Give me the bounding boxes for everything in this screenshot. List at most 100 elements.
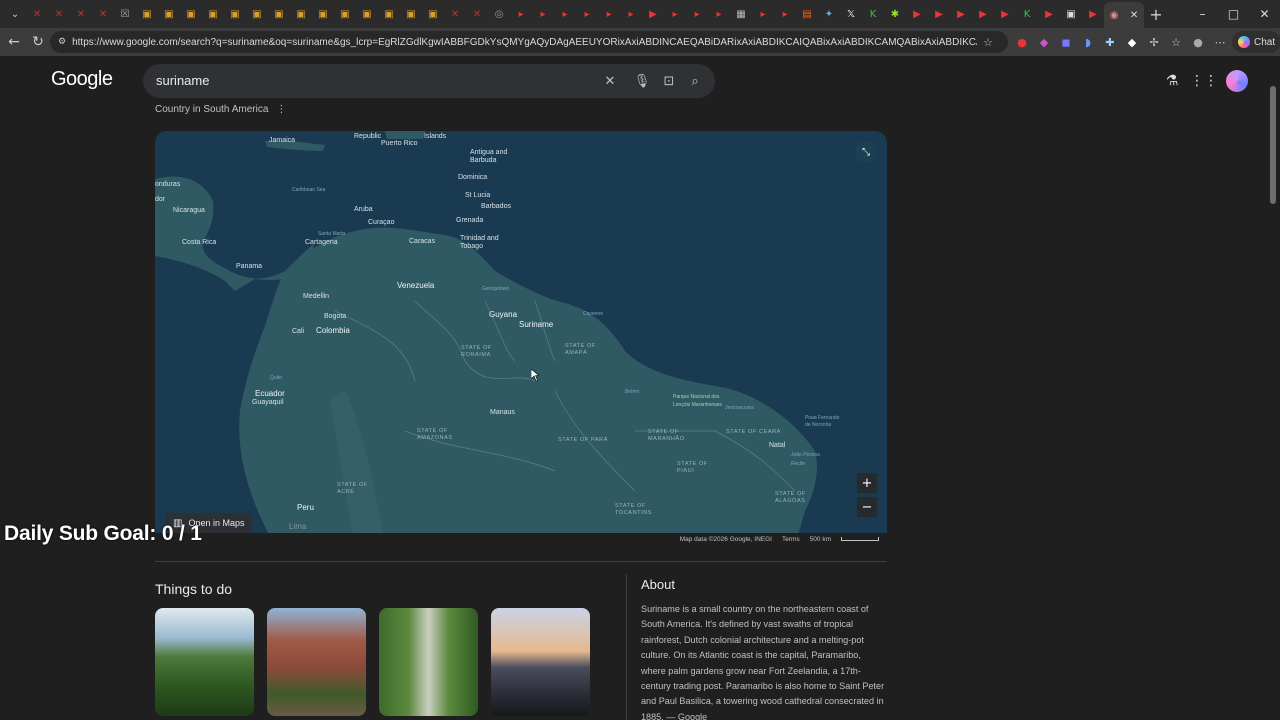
apps-grid-icon[interactable]: ⋮⋮	[1190, 71, 1218, 91]
tab-x-icon[interactable]: ✕	[92, 0, 114, 28]
reload-icon[interactable]: ↻	[26, 30, 50, 54]
chat-button[interactable]: Chat	[1232, 31, 1280, 53]
maximize-icon[interactable]: □	[1218, 0, 1249, 28]
lens-search-icon[interactable]: ⊡	[660, 72, 678, 90]
tab-k-icon[interactable]: K	[862, 0, 884, 28]
tab-youtube-icon[interactable]: ▸	[774, 0, 796, 28]
map-terms-link[interactable]: Terms	[782, 536, 800, 543]
clear-icon[interactable]: ✕	[601, 72, 619, 90]
more-options-icon[interactable]: ⋮	[276, 104, 286, 115]
tab-app-icon[interactable]: ✱	[884, 0, 906, 28]
tab-youtube-icon[interactable]: ▶	[1038, 0, 1060, 28]
tab-list-icon[interactable]: ⌄	[4, 0, 26, 28]
tab-doc-icon[interactable]: ▣	[334, 0, 356, 28]
tab-youtube-icon[interactable]: ▸	[708, 0, 730, 28]
scrollbar-thumb[interactable]	[1270, 86, 1276, 204]
url-text[interactable]: https://www.google.com/search?q=suriname…	[72, 37, 977, 48]
tab-doc-icon[interactable]: ▣	[202, 0, 224, 28]
tab-rss-icon[interactable]: ▤	[796, 0, 818, 28]
tab-youtube-icon[interactable]: ▶	[642, 0, 664, 28]
tab-youtube-icon[interactable]: ▸	[686, 0, 708, 28]
tab-close-icon[interactable]: ✕	[1130, 10, 1138, 21]
map-label: Cali	[292, 328, 305, 335]
tab-youtube-icon[interactable]: ▶	[906, 0, 928, 28]
minimize-icon[interactable]: –	[1187, 0, 1218, 28]
extension-icon[interactable]: ●	[1012, 31, 1032, 53]
tab-youtube-icon[interactable]: ▸	[598, 0, 620, 28]
tab-doc-icon[interactable]: ▣	[136, 0, 158, 28]
tab-doc-icon[interactable]: ▣	[422, 0, 444, 28]
map-label: Praia Fernando de Noronha	[805, 415, 840, 428]
extension-icon[interactable]: ✚	[1100, 31, 1120, 53]
search-input[interactable]: suriname	[156, 73, 209, 88]
favorites-icon[interactable]: ☆	[1166, 31, 1186, 53]
extension-icon[interactable]: ◆	[1122, 31, 1142, 53]
search-box[interactable]: suriname ✕ 🎙 ⊡ ⌕	[143, 64, 715, 98]
tab-image-icon[interactable]: ▦	[730, 0, 752, 28]
extensions-puzzle-icon[interactable]: ✢	[1144, 31, 1164, 53]
back-icon[interactable]: ←	[2, 30, 26, 54]
tab-globe-icon[interactable]: ◎	[488, 0, 510, 28]
tab-youtube-icon[interactable]: ▸	[620, 0, 642, 28]
tab-youtube-icon[interactable]: ▸	[532, 0, 554, 28]
address-bar[interactable]: ⚙ https://www.google.com/search?q=surina…	[50, 31, 1008, 53]
tab-x-icon[interactable]: ✕	[26, 0, 48, 28]
things-to-do-title[interactable]: Things to do	[155, 581, 232, 597]
tab-youtube-icon[interactable]: ▶	[994, 0, 1016, 28]
tab-doc-icon[interactable]: ▣	[378, 0, 400, 28]
voice-search-icon[interactable]: 🎙	[633, 72, 651, 90]
tab-doc-icon[interactable]: ▣	[312, 0, 334, 28]
search-icon[interactable]: ⌕	[686, 72, 704, 90]
tab-x-icon[interactable]: ✕	[48, 0, 70, 28]
thing-to-do-image[interactable]	[379, 608, 478, 716]
tab-youtube-icon[interactable]: ▶	[950, 0, 972, 28]
close-window-icon[interactable]: ✕	[1249, 0, 1280, 28]
tab-youtube-icon[interactable]: ▸	[510, 0, 532, 28]
labs-flask-icon[interactable]: ⚗	[1162, 71, 1182, 91]
google-logo[interactable]: Google	[51, 68, 113, 91]
site-info-icon[interactable]: ⚙	[58, 37, 66, 47]
tab-doc-icon[interactable]: ▣	[400, 0, 422, 28]
tab-x-icon[interactable]: ☒	[114, 0, 136, 28]
things-to-do-list	[155, 608, 590, 716]
zoom-in-button[interactable]: +	[857, 473, 877, 493]
extension-icon[interactable]: ◆	[1034, 31, 1054, 53]
thing-to-do-image[interactable]	[491, 608, 590, 716]
zoom-out-button[interactable]: −	[857, 497, 877, 517]
tab-youtube-icon[interactable]: ▶	[972, 0, 994, 28]
tab-doc-icon[interactable]: ▣	[356, 0, 378, 28]
tab-x-logo-icon[interactable]: 𝕏	[840, 0, 862, 28]
thing-to-do-image[interactable]	[267, 608, 366, 716]
map-collapse-icon[interactable]: ⤡	[855, 141, 877, 163]
tab-doc-icon[interactable]: ▣	[246, 0, 268, 28]
extension-icon[interactable]: ◗	[1078, 31, 1098, 53]
tab-active[interactable]: ◉ ✕	[1104, 2, 1144, 28]
tab-youtube-icon[interactable]: ▸	[664, 0, 686, 28]
tab-youtube-icon[interactable]: ▶	[928, 0, 950, 28]
tab-doc-icon[interactable]: ▣	[290, 0, 312, 28]
avatar[interactable]	[1226, 70, 1248, 92]
tab-youtube-icon[interactable]: ▸	[554, 0, 576, 28]
tab-doc-icon[interactable]: ▣	[158, 0, 180, 28]
tab-calendar-icon[interactable]: ▣	[1060, 0, 1082, 28]
map[interactable]: Jamaica Republic Puerto Rico Islands Ant…	[155, 131, 887, 545]
tab-k-icon[interactable]: K	[1016, 0, 1038, 28]
extension-icon[interactable]: ◼	[1056, 31, 1076, 53]
tab-doc-icon[interactable]: ▣	[268, 0, 290, 28]
tab-app-icon[interactable]: ✦	[818, 0, 840, 28]
tab-youtube-icon[interactable]: ▶	[1082, 0, 1104, 28]
bookmark-star-icon[interactable]: ☆	[983, 36, 993, 49]
menu-icon[interactable]: ⋯	[1210, 31, 1230, 53]
new-tab-icon[interactable]: +	[1144, 0, 1168, 28]
map-label: Santa Marta	[318, 231, 346, 237]
thing-to-do-image[interactable]	[155, 608, 254, 716]
tab-youtube-icon[interactable]: ▸	[576, 0, 598, 28]
tab-doc-icon[interactable]: ▣	[224, 0, 246, 28]
tab-doc-icon[interactable]: ▣	[180, 0, 202, 28]
tab-youtube-icon[interactable]: ▸	[752, 0, 774, 28]
tab-x-icon[interactable]: ✕	[466, 0, 488, 28]
page-scrollbar[interactable]	[1266, 56, 1280, 720]
tab-x-icon[interactable]: ✕	[70, 0, 92, 28]
tab-x-icon[interactable]: ✕	[444, 0, 466, 28]
profile-icon[interactable]: ●	[1188, 31, 1208, 53]
